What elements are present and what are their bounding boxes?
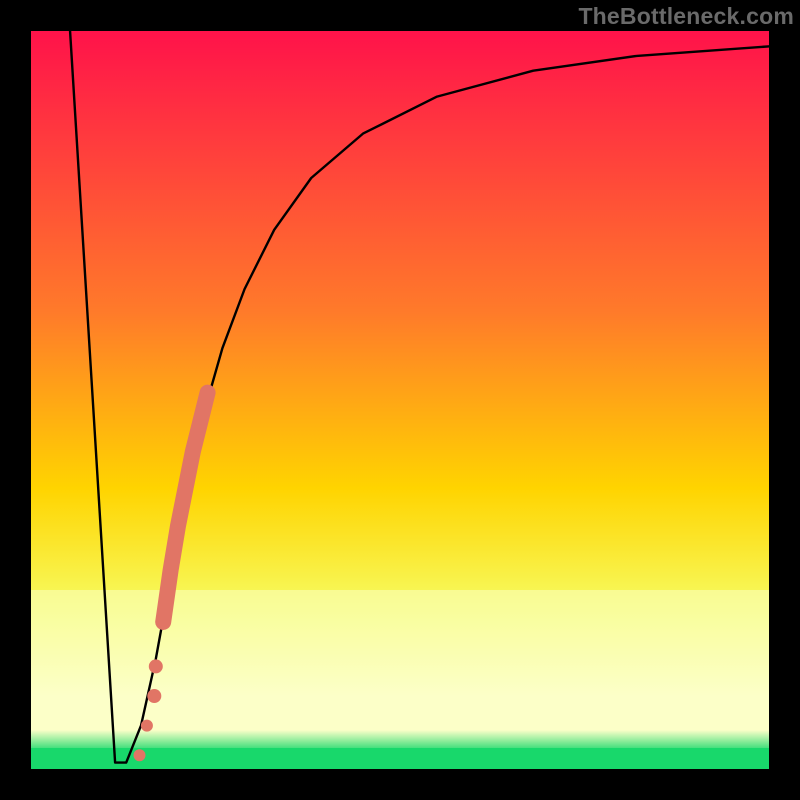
marker-dot (147, 689, 161, 703)
marker-dot (141, 720, 153, 732)
chart-root: TheBottleneck.com (0, 0, 800, 800)
watermark-text: TheBottleneck.com (578, 3, 794, 30)
marker-dot (149, 659, 163, 673)
green-fade (30, 730, 770, 748)
chart-svg (0, 0, 800, 800)
marker-dot (134, 749, 146, 761)
